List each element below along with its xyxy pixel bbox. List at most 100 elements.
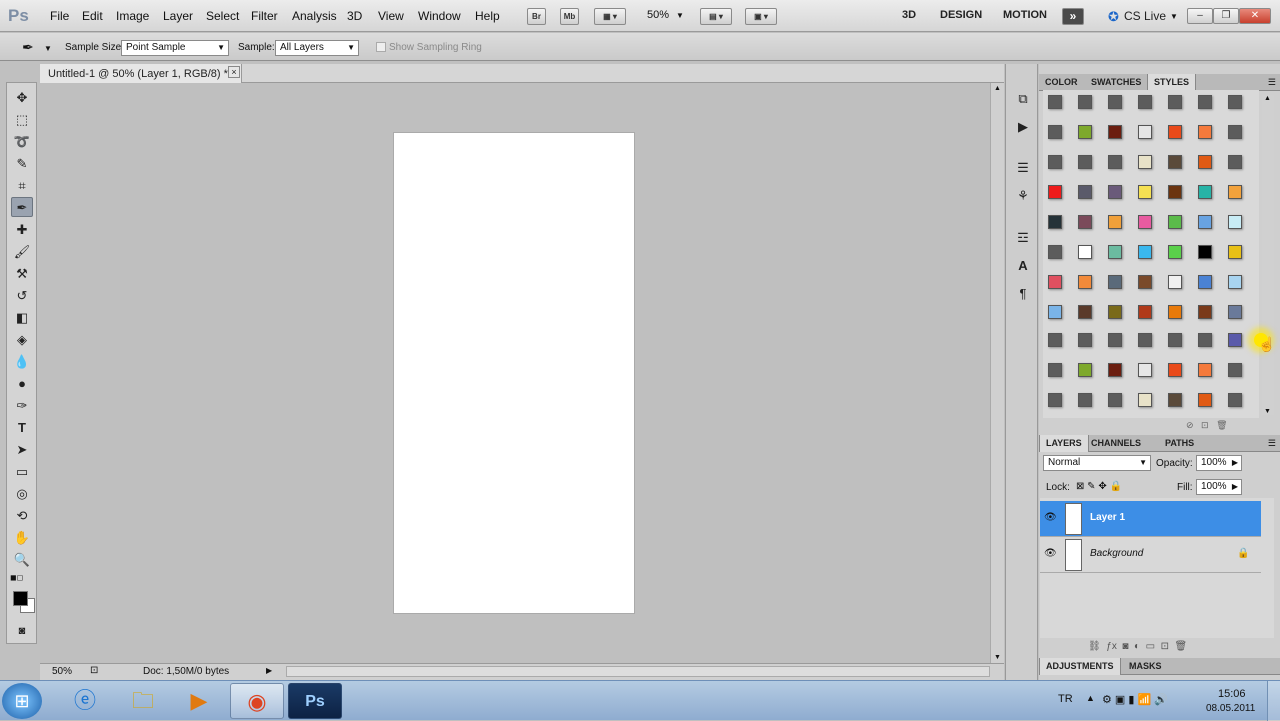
- style-preset-swatch[interactable]: [1138, 275, 1152, 289]
- style-preset-swatch[interactable]: [1138, 333, 1152, 347]
- style-preset-swatch[interactable]: [1078, 155, 1092, 169]
- paragraph-panel-icon[interactable]: ¶: [1015, 286, 1031, 302]
- eyedropper-icon[interactable]: ✒: [22, 39, 34, 56]
- eyedropper-tool-icon[interactable]: ✒: [11, 197, 33, 217]
- style-preset-swatch[interactable]: [1228, 155, 1242, 169]
- style-preset-swatch[interactable]: [1168, 393, 1182, 407]
- panel-menu-icon[interactable]: ☰: [1268, 438, 1276, 449]
- style-preset-swatch[interactable]: [1138, 125, 1152, 139]
- actions-panel-icon[interactable]: ▶: [1015, 119, 1031, 135]
- menu-view[interactable]: View: [378, 9, 404, 23]
- brush-presets-icon[interactable]: ☰: [1015, 160, 1031, 176]
- mini-bridge-button[interactable]: Mb: [560, 8, 579, 25]
- tab-color[interactable]: COLOR: [1039, 74, 1084, 91]
- style-preset-swatch[interactable]: [1198, 125, 1212, 139]
- tab-styles[interactable]: STYLES: [1147, 74, 1197, 91]
- style-preset-swatch[interactable]: [1138, 185, 1152, 199]
- canvas[interactable]: [394, 133, 634, 613]
- internet-explorer-icon[interactable]: ⓔ: [58, 683, 112, 719]
- style-preset-swatch[interactable]: [1108, 185, 1122, 199]
- blend-mode-select[interactable]: Normal ▼: [1043, 455, 1151, 471]
- clock-time[interactable]: 15:06: [1218, 688, 1246, 700]
- style-preset-swatch[interactable]: [1078, 363, 1092, 377]
- fill-field[interactable]: 100% ▶: [1196, 479, 1242, 495]
- file-explorer-icon[interactable]: 🗀: [116, 683, 170, 719]
- move-tool-icon[interactable]: ✥: [11, 88, 33, 108]
- style-preset-swatch[interactable]: [1228, 393, 1242, 407]
- clock-date[interactable]: 08.05.2011: [1206, 703, 1255, 714]
- tray-expand-icon[interactable]: ▲: [1086, 693, 1095, 703]
- style-preset-swatch[interactable]: [1198, 275, 1212, 289]
- restore-button[interactable]: ❐: [1213, 8, 1239, 24]
- style-preset-swatch[interactable]: [1198, 393, 1212, 407]
- sample-select[interactable]: All Layers ▼: [275, 40, 359, 56]
- style-preset-swatch[interactable]: [1078, 393, 1092, 407]
- style-preset-swatch[interactable]: [1078, 275, 1092, 289]
- sample-size-select[interactable]: Point Sample ▼: [121, 40, 229, 56]
- style-preset-swatch[interactable]: [1108, 155, 1122, 169]
- healing-brush-tool-icon[interactable]: ✚: [11, 220, 33, 240]
- style-preset-swatch[interactable]: [1078, 95, 1092, 109]
- chevron-down-icon[interactable]: ▼: [44, 44, 52, 53]
- style-preset-swatch[interactable]: [1048, 333, 1062, 347]
- scroll-up-icon[interactable]: ▲: [1264, 95, 1271, 102]
- menu-file[interactable]: File: [50, 9, 69, 23]
- menu-layer[interactable]: Layer: [163, 9, 193, 23]
- 3d-orbit-tool-icon[interactable]: ⟲: [11, 506, 33, 526]
- horizontal-scrollbar[interactable]: [286, 666, 990, 677]
- cs-live-menu[interactable]: CS Live: [1124, 9, 1166, 23]
- style-preset-swatch[interactable]: [1228, 245, 1242, 259]
- style-preset-swatch[interactable]: [1168, 245, 1182, 259]
- style-preset-swatch[interactable]: [1138, 95, 1152, 109]
- document-tab[interactable]: Untitled-1 @ 50% (Layer 1, RGB/8) * ×: [40, 64, 242, 83]
- tab-layers[interactable]: LAYERS: [1039, 435, 1089, 452]
- menu-help[interactable]: Help: [475, 9, 500, 23]
- foreground-color-swatch[interactable]: [13, 591, 28, 606]
- quick-selection-tool-icon[interactable]: ✎: [11, 154, 33, 174]
- tool-presets-icon[interactable]: ☲: [1015, 230, 1031, 246]
- sampling-ring-checkbox[interactable]: [376, 42, 386, 52]
- menu-3d[interactable]: 3D: [347, 9, 362, 23]
- menu-edit[interactable]: Edit: [82, 9, 103, 23]
- style-preset-swatch[interactable]: [1078, 215, 1092, 229]
- language-indicator[interactable]: TR: [1058, 693, 1073, 705]
- style-preset-swatch[interactable]: [1078, 125, 1092, 139]
- style-preset-swatch[interactable]: [1048, 245, 1062, 259]
- history-brush-tool-icon[interactable]: ↺: [11, 286, 33, 306]
- style-preset-swatch[interactable]: [1108, 125, 1122, 139]
- clone-stamp-tool-icon[interactable]: ⚒: [11, 264, 33, 284]
- style-preset-swatch[interactable]: [1168, 215, 1182, 229]
- quick-mask-icon[interactable]: ◙: [11, 621, 33, 641]
- style-preset-swatch[interactable]: [1168, 305, 1182, 319]
- close-button[interactable]: ✕: [1239, 8, 1271, 24]
- vertical-scrollbar[interactable]: ▲ ▼: [990, 83, 1004, 663]
- brush-tool-icon[interactable]: 🖌: [11, 242, 33, 262]
- style-preset-swatch[interactable]: [1228, 185, 1242, 199]
- zoom-tool-icon[interactable]: 🔍: [11, 550, 33, 570]
- panel-menu-icon[interactable]: ☰: [1268, 77, 1276, 88]
- styles-footer-icons[interactable]: ⊘ ⊡ 🗑: [1186, 420, 1228, 431]
- style-preset-swatch[interactable]: [1108, 393, 1122, 407]
- tab-channels[interactable]: CHANNELS: [1085, 435, 1147, 452]
- menu-filter[interactable]: Filter: [251, 9, 278, 23]
- path-selection-tool-icon[interactable]: ➤: [11, 440, 33, 460]
- tab-masks[interactable]: MASKS: [1123, 658, 1168, 675]
- dodge-tool-icon[interactable]: ●: [11, 374, 33, 394]
- eraser-tool-icon[interactable]: ◧: [11, 308, 33, 328]
- style-preset-swatch[interactable]: [1228, 125, 1242, 139]
- style-preset-swatch[interactable]: [1108, 95, 1122, 109]
- style-preset-swatch[interactable]: [1048, 185, 1062, 199]
- paint-bucket-tool-icon[interactable]: ◈: [11, 330, 33, 350]
- style-preset-swatch[interactable]: [1168, 275, 1182, 289]
- style-preset-swatch[interactable]: [1168, 185, 1182, 199]
- scroll-down-icon[interactable]: ▼: [994, 654, 1001, 661]
- screen-mode-button[interactable]: ▣ ▾: [745, 8, 777, 25]
- menu-select[interactable]: Select: [206, 9, 239, 23]
- show-desktop-button[interactable]: [1267, 681, 1280, 721]
- scroll-up-icon[interactable]: ▲: [994, 85, 1001, 92]
- style-preset-swatch[interactable]: [1048, 125, 1062, 139]
- menu-image[interactable]: Image: [116, 9, 149, 23]
- arrange-documents-button[interactable]: ▤ ▾: [700, 8, 732, 25]
- style-preset-swatch[interactable]: [1048, 275, 1062, 289]
- tab-adjustments[interactable]: ADJUSTMENTS: [1039, 658, 1121, 675]
